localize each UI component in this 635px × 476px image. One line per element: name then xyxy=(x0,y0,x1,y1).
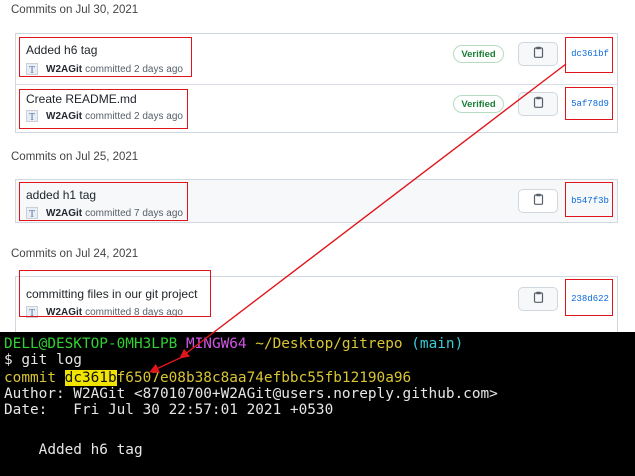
annotation-arrows xyxy=(149,63,567,373)
annotation-arrow xyxy=(149,357,181,373)
annotation-arrow xyxy=(179,63,567,359)
